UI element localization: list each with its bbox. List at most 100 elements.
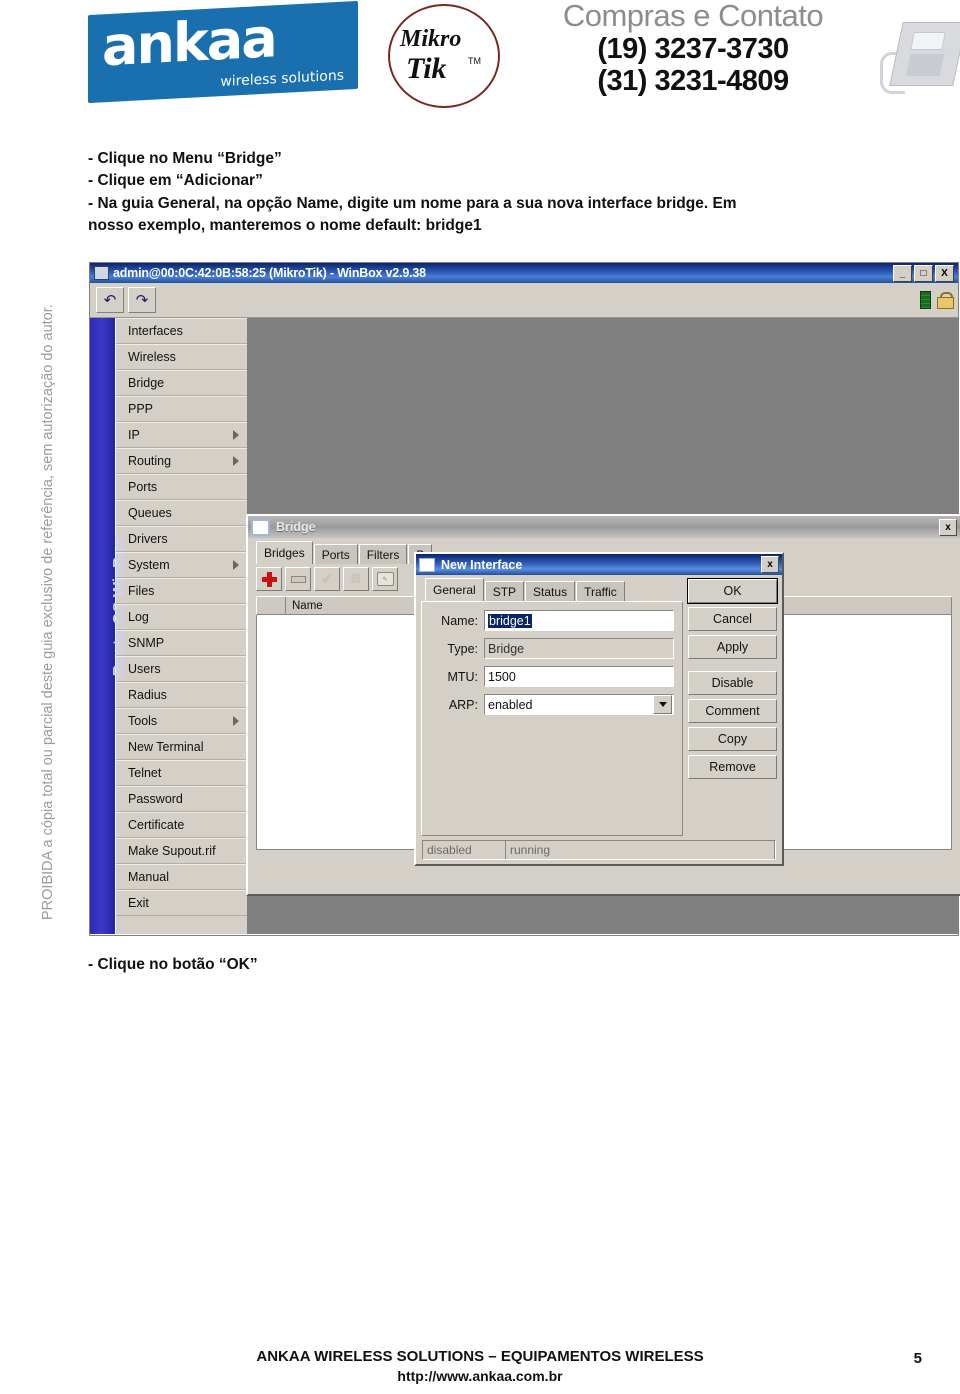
winbox-toolbar: ↶ ↷ <box>90 283 958 318</box>
field-row-name: Name: bridge1 <box>426 610 675 631</box>
instruction-line-1: - Clique no Menu “Bridge” <box>88 150 282 167</box>
chevron-down-icon[interactable] <box>653 695 673 714</box>
sidebar-item-ports[interactable]: Ports <box>116 474 247 500</box>
new-interface-window-icon <box>419 557 435 572</box>
sidebar-item-exit[interactable]: Exit <box>116 890 247 916</box>
sidebar-item-password[interactable]: Password <box>116 786 247 812</box>
contact-phone-1: (19) 3237-3730 <box>597 32 789 65</box>
chevron-right-icon <box>233 456 239 466</box>
comment-button[interactable]: Comment <box>688 699 777 723</box>
field-select-arp[interactable]: enabled <box>484 694 675 715</box>
sidebar-item-tools[interactable]: Tools <box>116 708 247 734</box>
winbox-sidebar: RouterOS WinBox Interfaces Wireless Bridge… <box>90 318 247 934</box>
chevron-right-icon <box>233 430 239 440</box>
plus-horizontal <box>261 576 277 582</box>
sidebar-item-label: Log <box>128 610 149 624</box>
ok-button[interactable]: OK <box>687 578 778 604</box>
header-banner: ankaa wireless solutions Mikro Tik TM Co… <box>88 0 960 108</box>
sidebar-item-make-supout-rif[interactable]: Make Supout.rif <box>116 838 247 864</box>
new-interface-dialog: New Interface x General STP Status Traffic … <box>414 552 784 866</box>
sidebar-item-system[interactable]: System <box>116 552 247 578</box>
enable-icon[interactable]: ✓ <box>314 567 340 591</box>
sidebar-item-drivers[interactable]: Drivers <box>116 526 247 552</box>
new-interface-tab-general[interactable]: General <box>425 578 484 601</box>
sidebar-item-files[interactable]: Files <box>116 578 247 604</box>
apply-button[interactable]: Apply <box>688 635 777 659</box>
sidebar-item-users[interactable]: Users <box>116 656 247 682</box>
bridge-close-button[interactable]: x <box>939 518 957 536</box>
bridge-tab-ports[interactable]: Ports <box>313 544 358 564</box>
instruction-line-2: - Clique em “Adicionar” <box>88 172 263 190</box>
sidebar-item-routing[interactable]: Routing <box>116 448 247 474</box>
field-input-name[interactable]: bridge1 <box>484 610 675 631</box>
new-interface-form-area: General STP Status Traffic Name: bridge1 Type… <box>421 578 684 836</box>
redo-icon[interactable]: ↷ <box>128 287 156 313</box>
sidebar-item-label: Bridge <box>128 376 165 390</box>
remove-button[interactable]: Remove <box>688 755 777 779</box>
undo-icon[interactable]: ↶ <box>96 287 124 313</box>
status-disabled: disabled <box>423 841 506 859</box>
status-running: running <box>506 841 775 859</box>
winbox-menu-list: Interfaces Wireless Bridge PPP IP Routing Port… <box>115 318 247 934</box>
sidebar-item-label: Wireless <box>128 350 176 364</box>
mikrotik-word-tik: Tik <box>406 52 447 85</box>
sidebar-item-label: System <box>128 558 170 572</box>
close-button[interactable]: X <box>935 264 954 282</box>
sidebar-item-certificate[interactable]: Certificate <box>116 812 247 838</box>
sidebar-item-manual[interactable]: Manual <box>116 864 247 890</box>
sidebar-item-radius[interactable]: Radius <box>116 682 247 708</box>
sidebar-item-label: Ports <box>128 480 158 494</box>
lock-body-icon <box>937 296 954 309</box>
sidebar-item-wireless[interactable]: Wireless <box>116 344 247 370</box>
minus-glyph <box>290 575 306 583</box>
minimize-button[interactable]: _ <box>893 264 912 282</box>
bridge-tab-filters[interactable]: Filters <box>358 544 408 564</box>
bridge-title-text: Bridge <box>276 520 316 534</box>
sidebar-item-log[interactable]: Log <box>116 604 247 630</box>
disable-icon[interactable]: ✖ <box>343 567 369 591</box>
new-interface-tab-stp[interactable]: STP <box>484 581 525 601</box>
new-interface-statusbar: disabled running <box>422 840 776 860</box>
add-icon[interactable] <box>256 567 282 591</box>
instructions-block: - Clique no Menu “Bridge” - Clique em “A… <box>88 148 928 238</box>
sidebar-item-queues[interactable]: Queues <box>116 500 247 526</box>
cancel-button[interactable]: Cancel <box>688 607 777 631</box>
sidebar-item-new-terminal[interactable]: New Terminal <box>116 734 247 760</box>
sidebar-item-bridge[interactable]: Bridge <box>116 370 247 396</box>
sidebar-item-label: Manual <box>128 870 169 884</box>
maximize-button[interactable]: □ <box>914 264 933 282</box>
field-row-mtu: MTU: 1500 <box>426 666 675 687</box>
bridge-tab-bridges[interactable]: Bridges <box>256 541 313 564</box>
sidebar-item-snmp[interactable]: SNMP <box>116 630 247 656</box>
new-interface-body: General STP Status Traffic Name: bridge1 Type… <box>416 575 782 836</box>
sidebar-item-label: Tools <box>128 714 158 728</box>
field-input-mtu[interactable]: 1500 <box>484 666 675 687</box>
field-value-mtu: 1500 <box>488 669 516 684</box>
sidebar-item-ppp[interactable]: PPP <box>116 396 247 422</box>
sidebar-item-telnet[interactable]: Telnet <box>116 760 247 786</box>
winbox-workspace: RouterOS WinBox Interfaces Wireless Bridge… <box>90 318 960 934</box>
comment-glyph: ✎ <box>376 572 394 586</box>
sidebar-item-ip[interactable]: IP <box>116 422 247 448</box>
new-interface-general-panel: Name: bridge1 Type: Bridge MTU: 1500 ARP: enabl… <box>421 601 684 836</box>
sidebar-item-label: Interfaces <box>128 324 183 338</box>
bridge-col-name-label: Name <box>292 599 323 612</box>
winbox-window: admin@00:0C:42:0B:58:25 (MikroTik) - Win… <box>89 262 960 936</box>
new-interface-close-button[interactable]: x <box>761 556 779 573</box>
sidebar-item-interfaces[interactable]: Interfaces <box>116 318 247 344</box>
remove-icon[interactable] <box>285 567 311 591</box>
sidebar-item-label: Users <box>128 662 161 676</box>
closing-note: - Clique no botão “OK” <box>88 956 258 973</box>
ankaa-wordmark: ankaa <box>102 6 276 79</box>
field-label-mtu: MTU: <box>447 669 478 684</box>
new-interface-tab-status[interactable]: Status <box>525 581 576 601</box>
contact-title: Compras e Contato <box>562 0 824 33</box>
copy-button[interactable]: Copy <box>688 727 777 751</box>
chevron-right-icon <box>233 716 239 726</box>
field-row-type: Type: Bridge <box>426 638 675 659</box>
bridge-col-flag <box>257 597 286 614</box>
instruction-line-4: nosso exemplo, manteremos o nome default… <box>88 217 482 235</box>
disable-button[interactable]: Disable <box>688 671 777 695</box>
comment-icon[interactable]: ✎ <box>372 567 398 591</box>
new-interface-tab-traffic[interactable]: Traffic <box>576 581 625 601</box>
